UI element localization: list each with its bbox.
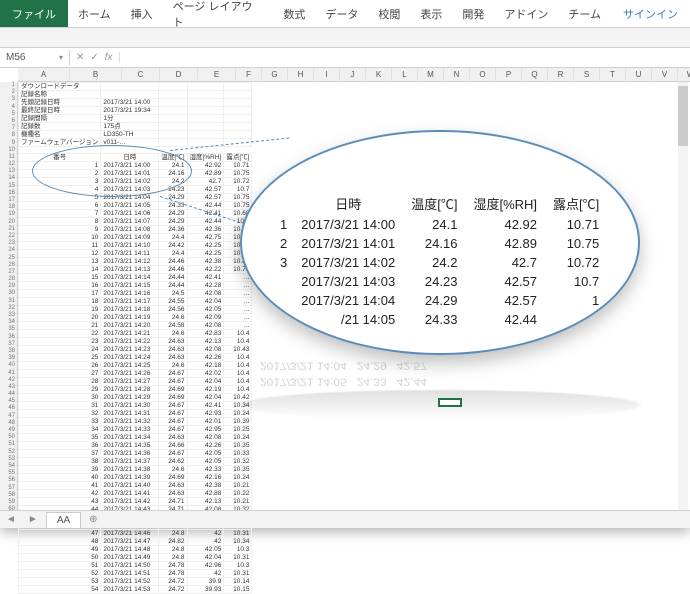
table-row[interactable]: 262017/3/21 14:2524.642.1810.4 [19, 362, 252, 370]
table-row[interactable]: 62017/3/21 14:0524.3342.4410.75 [19, 202, 252, 210]
ribbon: ファイル ホーム 挿入 ページ レイアウト 数式 データ 校閲 表示 開発 アド… [0, 0, 690, 28]
table-row[interactable]: 302017/3/21 14:2924.6942.0410.42 [19, 394, 252, 402]
table-row[interactable]: 232017/3/21 14:2224.6342.1310.4 [19, 338, 252, 346]
table-row[interactable]: 122017/3/21 14:1124.442.2510.72 [19, 250, 252, 258]
table-row[interactable]: 22017/3/21 14:0124.1642.8910.75 [19, 170, 252, 178]
table-row[interactable]: 362017/3/21 14:3524.6642.2610.35 [19, 442, 252, 450]
table-row[interactable]: 102017/3/21 14:0924.442.7510.57 [19, 234, 252, 242]
tab-review[interactable]: 校閲 [368, 0, 410, 27]
file-tab[interactable]: ファイル [0, 0, 68, 27]
table-row[interactable]: 32017/3/21 14:0224.242.710.72 [19, 178, 252, 186]
table-row[interactable]: 242017/3/21 14:2324.6342.0810.43 [19, 346, 252, 354]
table-row[interactable]: 212017/3/21 14:2024.5842.08… [19, 322, 252, 330]
signin-link[interactable]: サインイン [611, 0, 690, 27]
table-row[interactable]: 382017/3/21 14:3724.6242.0510.32 [19, 458, 252, 466]
table-row[interactable]: 322017/3/21 14:3124.6742.9310.24 [19, 410, 252, 418]
formula-bar: M56 ▾ ✕ ✓ fx [0, 48, 690, 68]
table-row[interactable]: 182017/3/21 14:1724.5542.04… [19, 298, 252, 306]
table-row[interactable]: 142017/3/21 14:1324.4642.2210.78 [19, 266, 252, 274]
table-row[interactable]: 482017/3/21 14:4724.824210.34 [19, 538, 252, 546]
fx-buttons: ✕ ✓ fx [70, 52, 120, 63]
cancel-icon[interactable]: ✕ [76, 52, 84, 63]
annotation-reflection-text: 2017/3/21 14:05 24.33 42.44 2017/3/21 14… [260, 358, 620, 390]
tab-home[interactable]: ホーム [68, 0, 121, 27]
fx-icon[interactable]: fx [105, 52, 113, 63]
table-row[interactable]: 412017/3/21 14:4024.6342.3810.21 [19, 482, 252, 490]
table-row[interactable]: 192017/3/21 14:1824.5642.05… [19, 306, 252, 314]
table-row[interactable]: 492017/3/21 14:4824.842.0510.3 [19, 546, 252, 554]
table-row[interactable]: 52017/3/21 14:0424.2942.5710.75 [19, 194, 252, 202]
table-row[interactable]: 172017/3/21 14:1624.542.08… [19, 290, 252, 298]
table-row[interactable]: 372017/3/21 14:3624.6742.0510.33 [19, 450, 252, 458]
table-row[interactable]: 82017/3/21 14:0724.2942.4410.7 [19, 218, 252, 226]
formula-input[interactable] [120, 56, 690, 60]
annotation-callout: 日時温度[℃]湿度[%RH]露点[℃]12017/3/21 14:0024.14… [240, 130, 640, 355]
table-row[interactable]: 432017/3/21 14:4224.7142.1310.21 [19, 498, 252, 506]
tab-developer[interactable]: 開発 [452, 0, 494, 27]
table-row[interactable]: 522017/3/21 14:5124.784210.31 [19, 570, 252, 578]
table-row[interactable]: 312017/3/21 14:3024.6742.4110.34 [19, 402, 252, 410]
sheet-tab-bar: ◄ ► AA ⊕ [0, 510, 690, 528]
table-row[interactable]: 132017/3/21 14:1224.4642.3810.84 [19, 258, 252, 266]
table-row[interactable]: 152017/3/21 14:1424.4442.41… [19, 274, 252, 282]
table-row[interactable]: 542017/3/21 14:5324.7239.9310.15 [19, 586, 252, 594]
table-row[interactable]: 202017/3/21 14:1924.642.09… [19, 314, 252, 322]
active-cell[interactable] [438, 398, 462, 407]
callout-table: 日時温度[℃]湿度[%RH]露点[℃]12017/3/21 14:0024.14… [272, 192, 607, 329]
enter-icon[interactable]: ✓ [90, 52, 98, 63]
name-box-value: M56 [6, 52, 25, 63]
table-row[interactable]: 282017/3/21 14:2724.6742.0410.4 [19, 378, 252, 386]
tab-data[interactable]: データ [315, 0, 368, 27]
table-row[interactable]: 402017/3/21 14:3924.6942.1610.24 [19, 474, 252, 482]
column-headers[interactable]: ABCDEFGHIJKLMNOPQRSTUVW [18, 68, 690, 82]
sheet-tab[interactable]: AA [46, 512, 81, 528]
table-row[interactable]: 112017/3/21 14:1024.4242.2510.74 [19, 242, 252, 250]
table-row[interactable]: 512017/3/21 14:5024.7842.9610.3 [19, 562, 252, 570]
tab-formulas[interactable]: 数式 [273, 0, 315, 27]
vertical-scrollbar[interactable] [678, 82, 688, 510]
ribbon-strip [0, 28, 690, 48]
table-row[interactable]: 12017/3/21 14:0024.142.9210.71 [19, 162, 252, 170]
table-row[interactable]: 352017/3/21 14:3424.6342.0810.24 [19, 434, 252, 442]
table-row[interactable]: 222017/3/21 14:2124.642.8310.4 [19, 330, 252, 338]
chevron-down-icon[interactable]: ▾ [59, 53, 63, 62]
tab-nav-next-icon[interactable]: ► [22, 514, 44, 525]
table-row[interactable]: 292017/3/21 14:2824.6942.1910.4 [19, 386, 252, 394]
table-row[interactable]: 392017/3/21 14:3824.642.3310.35 [19, 466, 252, 474]
name-box[interactable]: M56 ▾ [0, 50, 70, 65]
table-row[interactable]: 42017/3/21 14:0324.2342.5710.7 [19, 186, 252, 194]
table-row[interactable]: 332017/3/21 14:3224.6742.0110.39 [19, 418, 252, 426]
table-row[interactable]: 252017/3/21 14:2424.6342.2610.4 [19, 354, 252, 362]
table-row[interactable]: 472017/3/21 14:4624.84210.31 [19, 530, 252, 538]
tab-nav-prev-icon[interactable]: ◄ [0, 514, 22, 525]
table-row[interactable]: 92017/3/21 14:0824.3642.3610.74 [19, 226, 252, 234]
row-headers[interactable]: 1234567891011121314151617181920212223242… [0, 82, 18, 513]
table-row[interactable]: 342017/3/21 14:3324.6742.9510.25 [19, 426, 252, 434]
tab-addin[interactable]: アドイン [494, 0, 558, 27]
table-row[interactable]: 162017/3/21 14:1524.4442.28… [19, 282, 252, 290]
table-row[interactable]: 272017/3/21 14:2624.6742.0210.4 [19, 370, 252, 378]
tab-view[interactable]: 表示 [410, 0, 452, 27]
table-row[interactable]: 502017/3/21 14:4924.842.0410.31 [19, 554, 252, 562]
table-row[interactable]: 422017/3/21 14:4124.6342.8810.22 [19, 490, 252, 498]
tab-team[interactable]: チーム [558, 0, 611, 27]
scroll-thumb[interactable] [678, 86, 688, 146]
tab-insert[interactable]: 挿入 [121, 0, 163, 27]
add-sheet-icon[interactable]: ⊕ [81, 514, 105, 525]
table-row[interactable]: 532017/3/21 14:5224.7239.910.14 [19, 578, 252, 586]
tab-pagelayout[interactable]: ページ レイアウト [163, 0, 274, 27]
